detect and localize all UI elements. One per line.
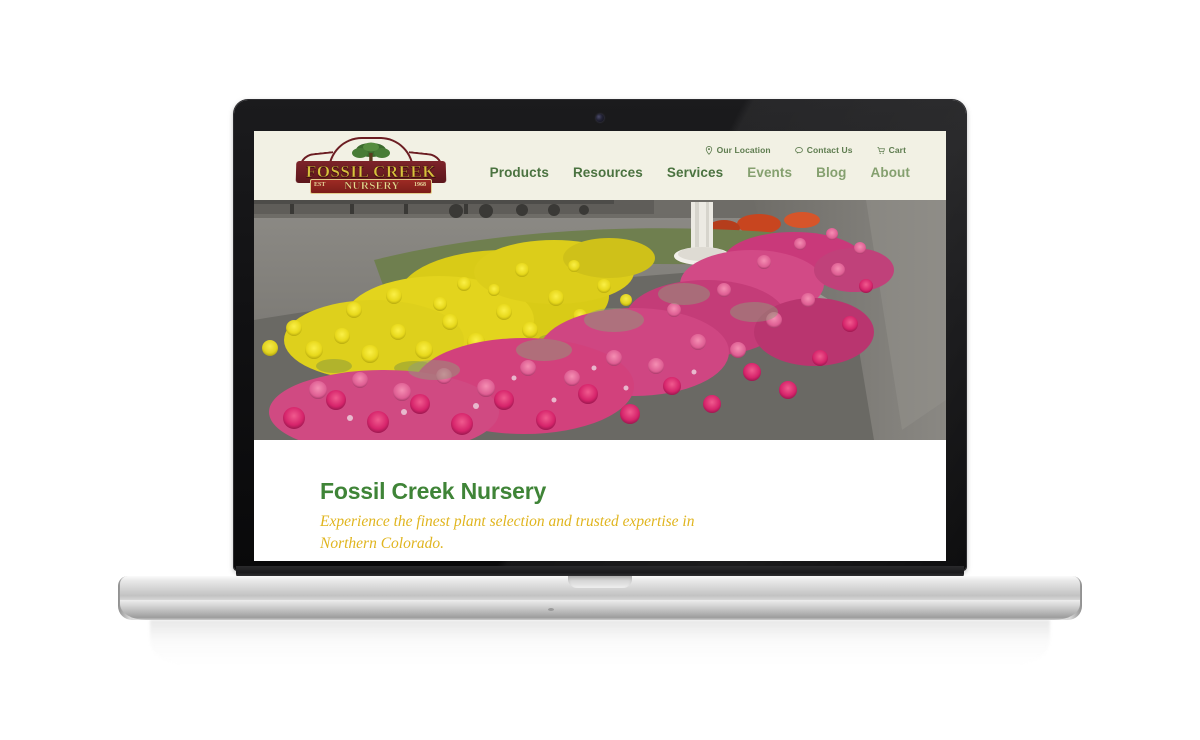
utility-nav: Our Location Contact Us Cart [705,145,906,155]
laptop-base-front [120,600,1080,620]
logo-est-year: 1968 [414,182,426,188]
laptop-screen: FOSSIL CREEK NURSERY EST 1968 Our Locati… [254,131,946,561]
hero-content-panel: Fossil Creek Nursery Experience the fine… [278,463,946,561]
main-nav: Products Resources Services Events Blog … [490,165,910,180]
utility-nav-item-cart[interactable]: Cart [876,145,906,155]
laptop-device: FOSSIL CREEK NURSERY EST 1968 Our Locati… [0,0,1200,740]
laptop-reflection [150,620,1050,666]
nav-item-products[interactable]: Products [490,165,549,180]
nav-item-resources[interactable]: Resources [573,165,643,180]
nav-item-blog[interactable]: Blog [816,165,846,180]
laptop-foot [548,608,554,611]
nav-item-services[interactable]: Services [667,165,723,180]
logo-est-label: EST [314,182,326,188]
speech-bubble-icon [794,146,803,154]
laptop-open-notch [568,576,632,588]
site-logo[interactable]: FOSSIL CREEK NURSERY EST 1968 [295,137,447,194]
shopping-cart-icon [876,146,885,154]
utility-nav-label: Contact Us [806,145,853,155]
hero-photo [254,200,946,440]
site-header: FOSSIL CREEK NURSERY EST 1968 Our Locati… [254,131,946,200]
webcam-icon [596,114,604,122]
page-title: Fossil Creek Nursery [320,478,547,504]
map-pin-icon [705,145,712,155]
utility-nav-label: Cart [888,145,906,155]
nav-item-events[interactable]: Events [747,165,792,180]
utility-nav-item-our-location[interactable]: Our Location [705,145,771,155]
page-subtitle: Experience the finest plant selection an… [320,513,695,552]
nav-item-about[interactable]: About [871,165,910,180]
website-viewport: FOSSIL CREEK NURSERY EST 1968 Our Locati… [254,131,946,561]
utility-nav-item-contact-us[interactable]: Contact Us [794,145,853,155]
hero-section: Fossil Creek Nursery Experience the fine… [254,200,946,561]
utility-nav-label: Our Location [716,145,771,155]
screenshot-stage: FOSSIL CREEK NURSERY EST 1968 Our Locati… [0,0,1200,740]
